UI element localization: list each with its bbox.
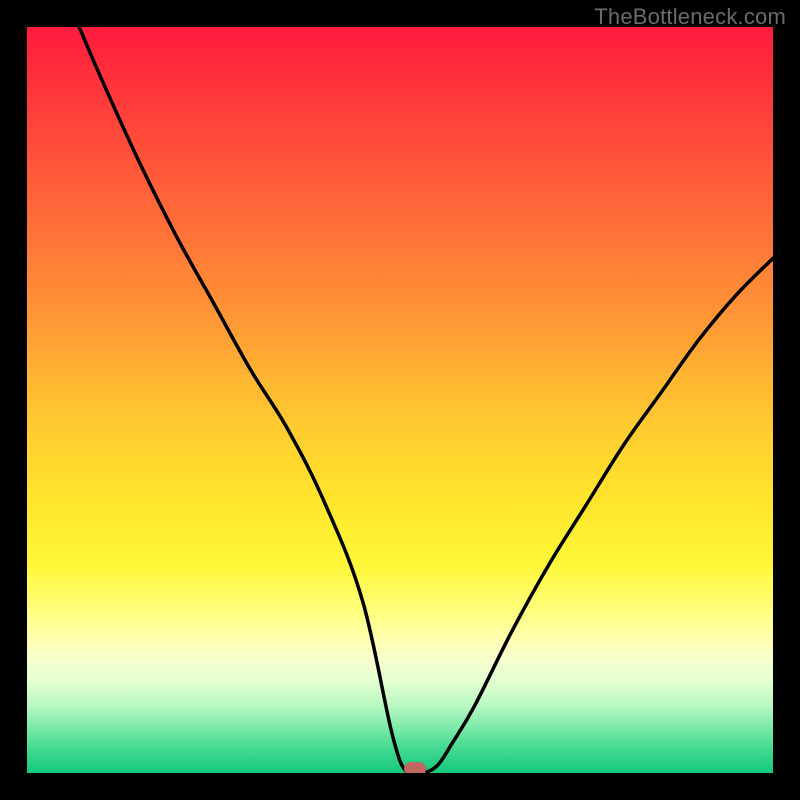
- chart-frame: TheBottleneck.com: [0, 0, 800, 800]
- watermark-text: TheBottleneck.com: [594, 4, 786, 30]
- optimal-point-marker: [404, 762, 426, 773]
- bottleneck-curve: [27, 27, 773, 773]
- plot-area: [27, 27, 773, 773]
